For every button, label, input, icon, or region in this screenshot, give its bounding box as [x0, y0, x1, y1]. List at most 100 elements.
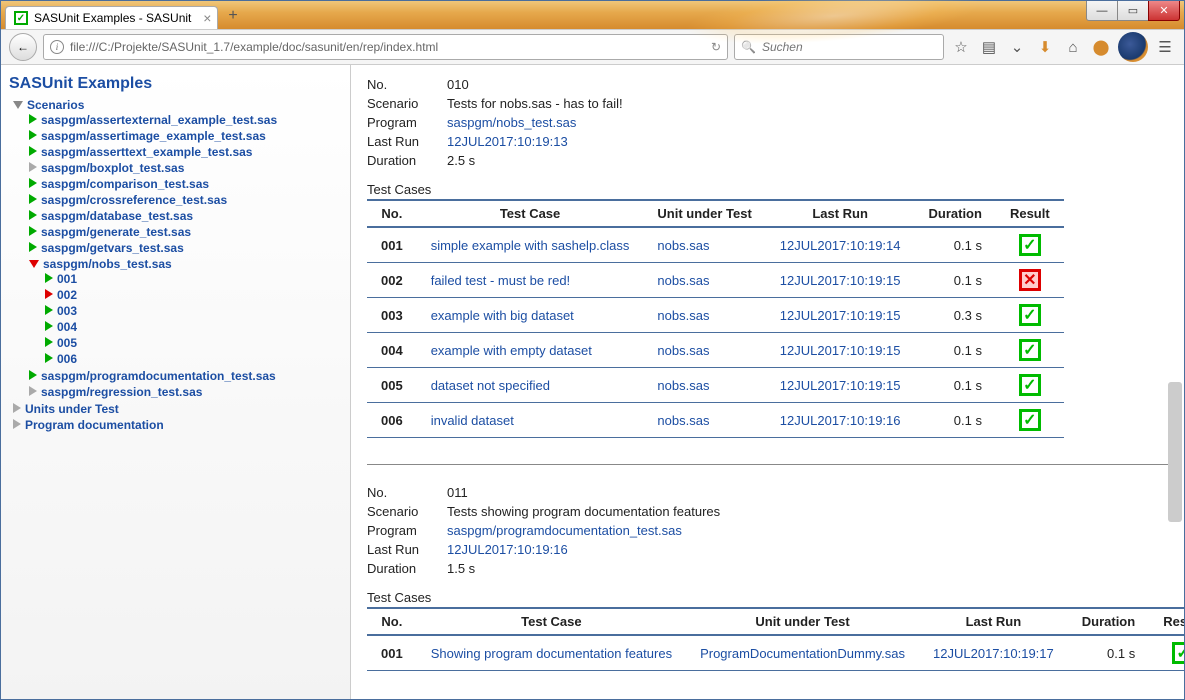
result-pass-icon: ✓: [1019, 234, 1041, 256]
tree-units[interactable]: Units under Test: [25, 402, 119, 416]
tree-item[interactable]: saspgm/boxplot_test.sas: [41, 161, 184, 175]
status-triangle-icon: [45, 273, 53, 283]
refresh-icon[interactable]: ↻: [711, 40, 721, 54]
extension-icon[interactable]: ⬤: [1090, 36, 1112, 58]
lastrun-link[interactable]: 12JUL2017:10:19:16: [766, 403, 915, 438]
lastrun-link[interactable]: 12JUL2017:10:19:15: [766, 368, 915, 403]
pocket-icon[interactable]: ⌄: [1006, 36, 1028, 58]
tree-child[interactable]: 002: [57, 288, 77, 302]
case-name-link[interactable]: Showing program documentation features: [417, 635, 686, 671]
downloads-icon[interactable]: ⬇: [1034, 36, 1056, 58]
case-name-link[interactable]: simple example with sashelp.class: [417, 227, 644, 263]
unit-link[interactable]: nobs.sas: [643, 227, 765, 263]
sidebar: SASUnit Examples Scenarios saspgm/assert…: [1, 65, 351, 699]
scrollbar-thumb[interactable]: [1168, 382, 1182, 522]
lastrun-link[interactable]: 12JUL2017:10:19:16: [447, 542, 568, 557]
case-name-link[interactable]: example with empty dataset: [417, 333, 644, 368]
unit-link[interactable]: nobs.sas: [643, 333, 765, 368]
window-close-button[interactable]: ✕: [1148, 1, 1180, 21]
col-result: Result: [1149, 608, 1184, 635]
nav-tree: Scenarios saspgm/assertexternal_example_…: [9, 97, 342, 433]
window-maximize-button[interactable]: ▭: [1117, 1, 1149, 21]
case-no: 003: [367, 298, 417, 333]
home-icon[interactable]: ⌂: [1062, 36, 1084, 58]
main-content: No.010 ScenarioTests for nobs.sas - has …: [351, 65, 1184, 699]
window-titlebar: ✓ SASUnit Examples - SASUnit × + — ▭ ✕: [1, 1, 1184, 29]
lastrun-link[interactable]: 12JUL2017:10:19:13: [447, 134, 568, 149]
case-name-link[interactable]: example with big dataset: [417, 298, 644, 333]
window-minimize-button[interactable]: —: [1086, 1, 1118, 21]
lastrun-link[interactable]: 12JUL2017:10:19:14: [766, 227, 915, 263]
status-triangle-icon: [29, 226, 37, 236]
lastrun-link[interactable]: 12JUL2017:10:19:15: [766, 333, 915, 368]
status-triangle-icon: [45, 305, 53, 315]
label-scenario: Scenario: [367, 504, 447, 519]
label-lastrun: Last Run: [367, 134, 447, 149]
unit-link[interactable]: nobs.sas: [643, 368, 765, 403]
library-icon[interactable]: ▤: [978, 36, 1000, 58]
tab-close-icon[interactable]: ×: [203, 10, 211, 26]
case-result: ✕: [996, 263, 1064, 298]
tree-item[interactable]: saspgm/assertexternal_example_test.sas: [41, 113, 277, 127]
tree-item[interactable]: saspgm/database_test.sas: [41, 209, 193, 223]
status-triangle-icon: [29, 178, 37, 188]
case-no: 001: [367, 227, 417, 263]
col-no: No.: [367, 200, 417, 227]
bookmark-star-icon[interactable]: ☆: [950, 36, 972, 58]
testcases-table: No.Test CaseUnit under TestLast RunDurat…: [367, 199, 1064, 438]
tree-scenarios[interactable]: Scenarios: [27, 98, 84, 112]
url-bar[interactable]: i ↻: [43, 34, 728, 60]
chevron-down-icon[interactable]: [13, 101, 23, 109]
case-no: 006: [367, 403, 417, 438]
program-link[interactable]: saspgm/nobs_test.sas: [447, 115, 576, 130]
chevron-right-icon[interactable]: [13, 403, 21, 413]
unit-link[interactable]: nobs.sas: [643, 263, 765, 298]
sidebar-title: SASUnit Examples: [9, 75, 342, 93]
label-program: Program: [367, 523, 447, 538]
lastrun-link[interactable]: 12JUL2017:10:19:17: [919, 635, 1068, 671]
tree-item[interactable]: saspgm/getvars_test.sas: [41, 241, 184, 255]
case-name-link[interactable]: invalid dataset: [417, 403, 644, 438]
tree-item[interactable]: saspgm/generate_test.sas: [41, 225, 191, 239]
new-tab-button[interactable]: +: [224, 3, 241, 29]
table-row: 003 example with big dataset nobs.sas 12…: [367, 298, 1064, 333]
tree-child[interactable]: 003: [57, 304, 77, 318]
tree-item[interactable]: saspgm/regression_test.sas: [41, 385, 202, 399]
tree-item[interactable]: saspgm/crossreference_test.sas: [41, 193, 227, 207]
tree-child[interactable]: 004: [57, 320, 77, 334]
case-duration: 0.3 s: [915, 298, 996, 333]
tree-item[interactable]: saspgm/programdocumentation_test.sas: [41, 369, 276, 383]
chevron-down-red-icon[interactable]: [29, 260, 39, 268]
tree-child[interactable]: 005: [57, 336, 77, 350]
tree-item[interactable]: saspgm/assertimage_example_test.sas: [41, 129, 266, 143]
unit-link[interactable]: nobs.sas: [643, 298, 765, 333]
case-name-link[interactable]: failed test - must be red!: [417, 263, 644, 298]
nav-back-button[interactable]: ←: [9, 33, 37, 61]
result-pass-icon: ✓: [1172, 642, 1184, 664]
lastrun-link[interactable]: 12JUL2017:10:19:15: [766, 263, 915, 298]
tree-item[interactable]: saspgm/comparison_test.sas: [41, 177, 209, 191]
lastrun-link[interactable]: 12JUL2017:10:19:15: [766, 298, 915, 333]
case-name-link[interactable]: dataset not specified: [417, 368, 644, 403]
menu-icon[interactable]: ☰: [1154, 36, 1176, 58]
col-no: No.: [367, 608, 417, 635]
scenario-desc: Tests for nobs.sas - has to fail!: [447, 96, 623, 111]
browser-tab[interactable]: ✓ SASUnit Examples - SASUnit ×: [5, 6, 218, 29]
unit-link[interactable]: nobs.sas: [643, 403, 765, 438]
col-uut: Unit under Test: [686, 608, 919, 635]
tree-item[interactable]: saspgm/asserttext_example_test.sas: [41, 145, 252, 159]
program-link[interactable]: saspgm/programdocumentation_test.sas: [447, 523, 682, 538]
tab-favicon-icon: ✓: [14, 11, 28, 25]
site-info-icon[interactable]: i: [50, 40, 64, 54]
tree-item-open[interactable]: saspgm/nobs_test.sas: [43, 257, 172, 271]
testcases-heading: Test Cases: [367, 590, 1168, 605]
status-triangle-icon: [29, 370, 37, 380]
tree-child[interactable]: 001: [57, 272, 77, 286]
col-uut: Unit under Test: [643, 200, 765, 227]
tree-progdoc[interactable]: Program documentation: [25, 418, 164, 432]
tree-child[interactable]: 006: [57, 352, 77, 366]
unit-link[interactable]: ProgramDocumentationDummy.sas: [686, 635, 919, 671]
url-input[interactable]: [70, 40, 705, 54]
chevron-right-icon[interactable]: [13, 419, 21, 429]
firefox-logo-icon[interactable]: [1118, 32, 1148, 62]
